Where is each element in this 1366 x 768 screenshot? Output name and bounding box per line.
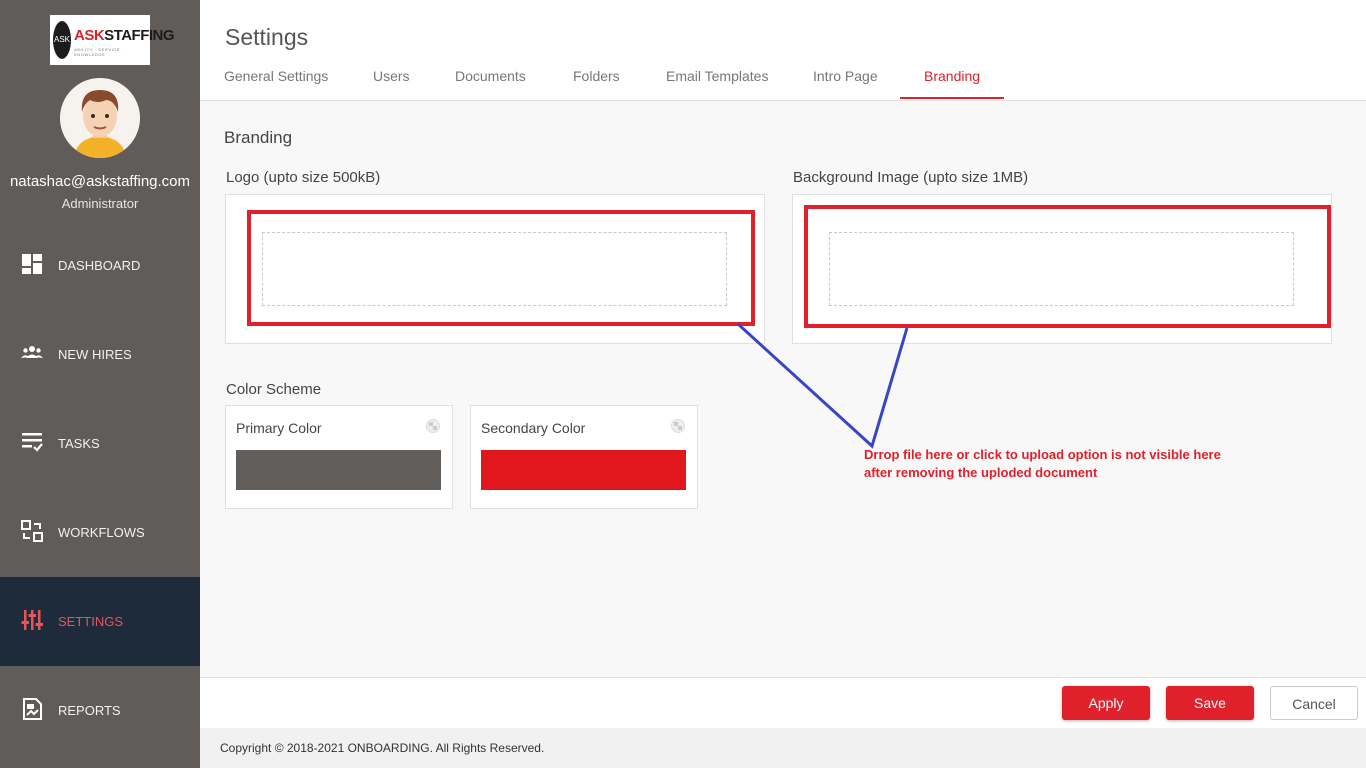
color-picker-icon[interactable] [426, 419, 440, 433]
sidebar-item-label: TASKS [58, 436, 100, 451]
secondary-color-label: Secondary Color [481, 420, 586, 436]
annotation-note: Drrop file here or click to upload optio… [864, 446, 1221, 482]
sidebar-item-label: DASHBOARD [58, 258, 141, 273]
reports-icon [23, 698, 42, 720]
workflows-icon [21, 520, 43, 542]
sidebar-item-workflows[interactable]: WORKFLOWS [0, 488, 200, 577]
active-tab-indicator [900, 97, 1004, 99]
tab-general-settings[interactable]: General Settings [224, 68, 328, 100]
user-email: natashac@askstaffing.com [9, 173, 191, 190]
background-label: Background Image (upto size 1MB) [793, 169, 1029, 186]
primary-color-swatch[interactable] [236, 450, 441, 490]
company-logo: ASK ASKSTAFFING ABILITY · SERVICE · KNOW… [50, 15, 175, 65]
copyright-text: Copyright © 2018-2021 ONBOARDING. All Ri… [220, 741, 545, 755]
section-title: Branding [224, 128, 293, 147]
logo-mark: ASK [53, 21, 71, 59]
apply-button[interactable]: Apply [1062, 686, 1150, 720]
main-content: Settings General Settings Users Document… [200, 0, 1366, 768]
page-header: Settings General Settings Users Document… [200, 0, 1366, 101]
tab-intro-page[interactable]: Intro Page [813, 68, 878, 100]
sidebar-item-dashboard[interactable]: DASHBOARD [0, 221, 200, 310]
avatar-illustration [60, 78, 140, 158]
sidebar-item-new-hires[interactable]: NEW HIRES [0, 310, 200, 399]
user-role: Administrator [61, 196, 139, 211]
primary-color-label: Primary Color [236, 420, 322, 436]
sliders-icon [21, 610, 43, 630]
sidebar-item-label: WORKFLOWS [58, 525, 145, 540]
action-bar: Apply Save Cancel [200, 677, 1366, 728]
tab-users[interactable]: Users [373, 68, 410, 100]
tab-email-templates[interactable]: Email Templates [666, 68, 768, 100]
color-scheme-label: Color Scheme [226, 381, 322, 398]
secondary-color-swatch[interactable] [481, 450, 686, 490]
tab-documents[interactable]: Documents [455, 68, 526, 100]
page-title: Settings [225, 24, 309, 50]
sidebar-item-label: REPORTS [58, 703, 121, 718]
sidebar: ASK ASKSTAFFING ABILITY · SERVICE · KNOW… [0, 0, 200, 768]
footer: Copyright © 2018-2021 ONBOARDING. All Ri… [200, 728, 1366, 768]
save-button[interactable]: Save [1166, 686, 1254, 720]
color-picker-icon[interactable] [671, 419, 685, 433]
sidebar-item-tasks[interactable]: TASKS [0, 399, 200, 488]
people-icon [21, 346, 43, 358]
primary-color-card: Primary Color [225, 405, 453, 509]
secondary-color-card: Secondary Color [470, 405, 698, 509]
logo-wordmark: ASKSTAFFING [74, 27, 175, 44]
annotation-line: after removing the uploded document [864, 465, 1098, 480]
avatar[interactable] [60, 78, 140, 158]
tab-branding[interactable]: Branding [924, 68, 980, 100]
annotation-line: Drrop file here or click to upload optio… [864, 447, 1221, 462]
sidebar-item-settings[interactable]: SETTINGS [0, 577, 200, 666]
annotation-highlight-logo [247, 210, 755, 326]
sidebar-item-reports[interactable]: REPORTS [0, 666, 200, 755]
sidebar-item-label: SETTINGS [58, 614, 124, 629]
logo-label: Logo (upto size 500kB) [226, 169, 381, 186]
annotation-highlight-background [804, 205, 1331, 328]
cancel-button[interactable]: Cancel [1270, 686, 1358, 720]
tasks-icon [22, 433, 43, 452]
logo-tagline: ABILITY · SERVICE · KNOWLEDGE [74, 47, 124, 57]
dashboard-icon [22, 254, 42, 274]
tab-folders[interactable]: Folders [573, 68, 620, 100]
sidebar-item-label: NEW HIRES [58, 347, 132, 362]
